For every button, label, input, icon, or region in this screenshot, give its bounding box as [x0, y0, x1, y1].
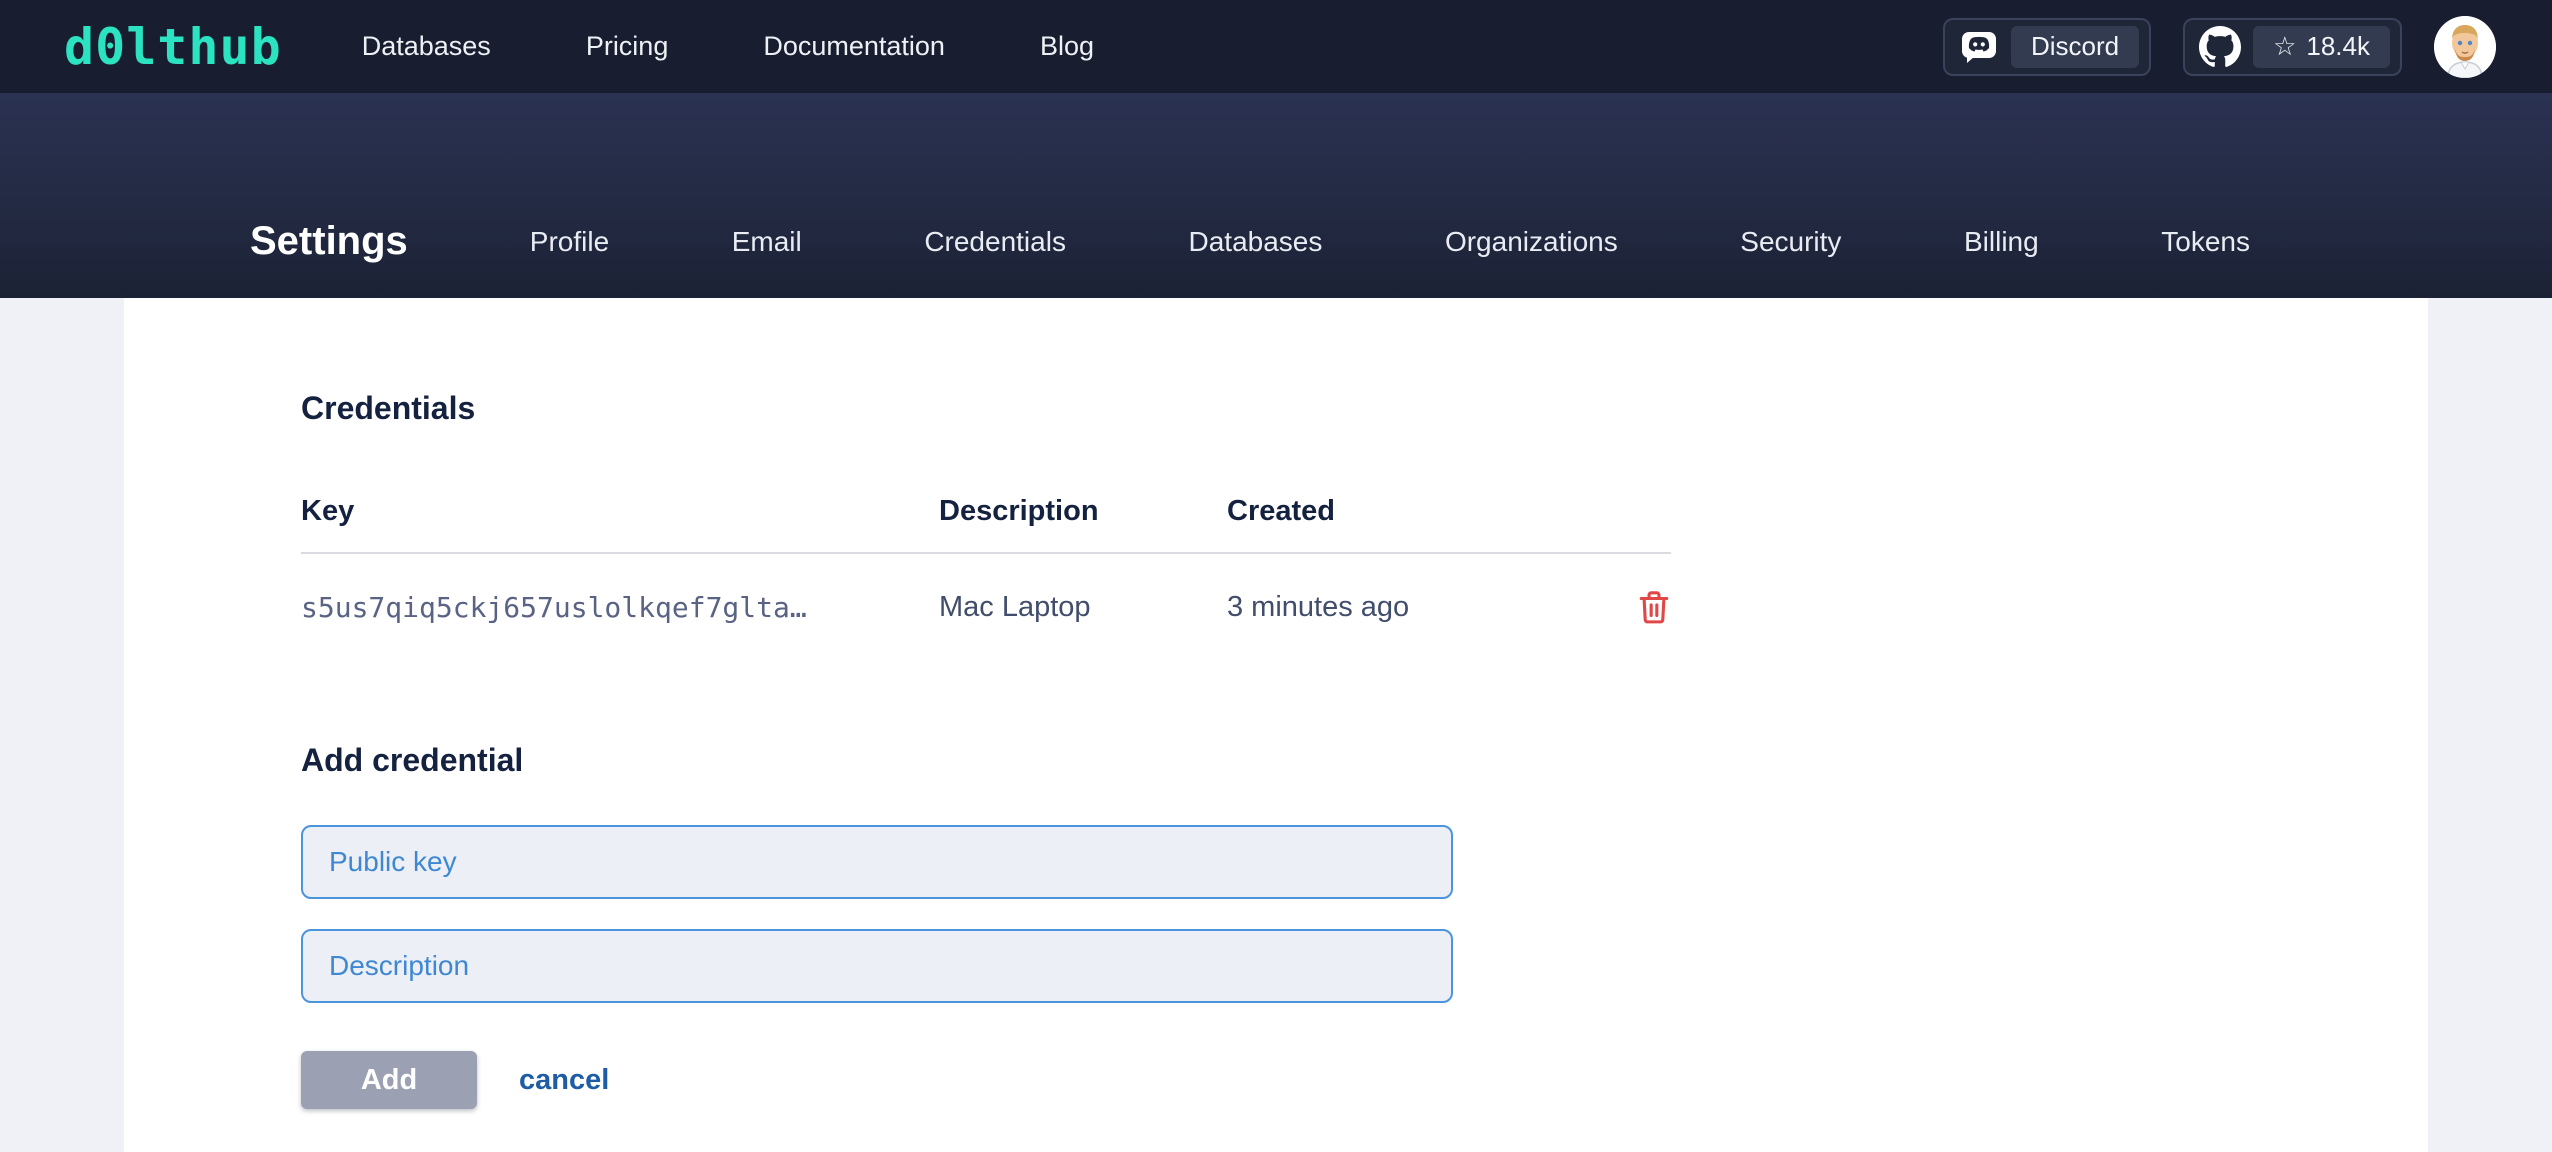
- add-credential-heading: Add credential: [301, 742, 2428, 779]
- nav-link-documentation[interactable]: Documentation: [763, 31, 945, 62]
- table-row: s5us7qiq5ckj657uslolkqef7glta… Mac Lapto…: [301, 554, 1671, 660]
- star-count-label: 18.4k: [2306, 31, 2370, 62]
- tab-databases[interactable]: Databases: [1189, 226, 1323, 258]
- discord-button[interactable]: Discord: [1943, 18, 2151, 76]
- navbar-right: Discord ☆ 18.4k: [1943, 16, 2496, 78]
- credentials-heading: Credentials: [301, 390, 2428, 427]
- tab-organizations[interactable]: Organizations: [1445, 226, 1618, 258]
- tab-profile[interactable]: Profile: [530, 226, 609, 258]
- main-nav: Databases Pricing Documentation Blog: [362, 31, 1094, 62]
- discord-icon: [1959, 30, 1999, 64]
- column-header-description: Description: [939, 495, 1227, 528]
- user-avatar[interactable]: [2434, 16, 2496, 78]
- nav-link-pricing[interactable]: Pricing: [586, 31, 669, 62]
- description-input[interactable]: [301, 929, 1453, 1003]
- form-actions: Add cancel: [301, 1051, 2428, 1109]
- delete-credential-button[interactable]: [1637, 588, 1671, 626]
- tab-tokens[interactable]: Tokens: [2161, 226, 2250, 258]
- credential-key-value: s5us7qiq5ckj657uslolkqef7glta…: [301, 591, 939, 624]
- tab-email[interactable]: Email: [732, 226, 802, 258]
- nav-link-databases[interactable]: Databases: [362, 31, 491, 62]
- nav-link-blog[interactable]: Blog: [1040, 31, 1094, 62]
- github-icon: [2199, 26, 2241, 68]
- github-star-button[interactable]: ☆ 18.4k: [2183, 18, 2402, 76]
- settings-hero: Settings Profile Email Credentials Datab…: [0, 93, 2552, 298]
- page-background: Credentials Key Description Created s5us…: [0, 298, 2552, 1152]
- top-navbar: d0lthub Databases Pricing Documentation …: [0, 0, 2552, 93]
- settings-tabs: Profile Email Credentials Databases Orga…: [530, 226, 2250, 258]
- page-title: Settings: [250, 219, 408, 264]
- trash-icon: [1637, 614, 1671, 629]
- public-key-input[interactable]: [301, 825, 1453, 899]
- credential-created-value: 3 minutes ago: [1227, 591, 1611, 624]
- add-button[interactable]: Add: [301, 1051, 477, 1109]
- column-header-key: Key: [301, 495, 939, 528]
- content-card: Credentials Key Description Created s5us…: [124, 298, 2428, 1152]
- tab-credentials[interactable]: Credentials: [924, 226, 1066, 258]
- star-icon: ☆: [2273, 31, 2296, 62]
- github-star-count: ☆ 18.4k: [2253, 26, 2390, 68]
- credentials-table: Key Description Created s5us7qiq5ckj657u…: [301, 495, 1671, 660]
- tab-billing[interactable]: Billing: [1964, 226, 2039, 258]
- tab-security[interactable]: Security: [1740, 226, 1841, 258]
- cancel-link[interactable]: cancel: [519, 1064, 609, 1097]
- credentials-table-header: Key Description Created: [301, 495, 1671, 554]
- credential-description-value: Mac Laptop: [939, 591, 1227, 624]
- discord-label: Discord: [2011, 26, 2139, 68]
- dolthub-logo[interactable]: d0lthub: [64, 22, 282, 72]
- column-header-created: Created: [1227, 495, 1611, 528]
